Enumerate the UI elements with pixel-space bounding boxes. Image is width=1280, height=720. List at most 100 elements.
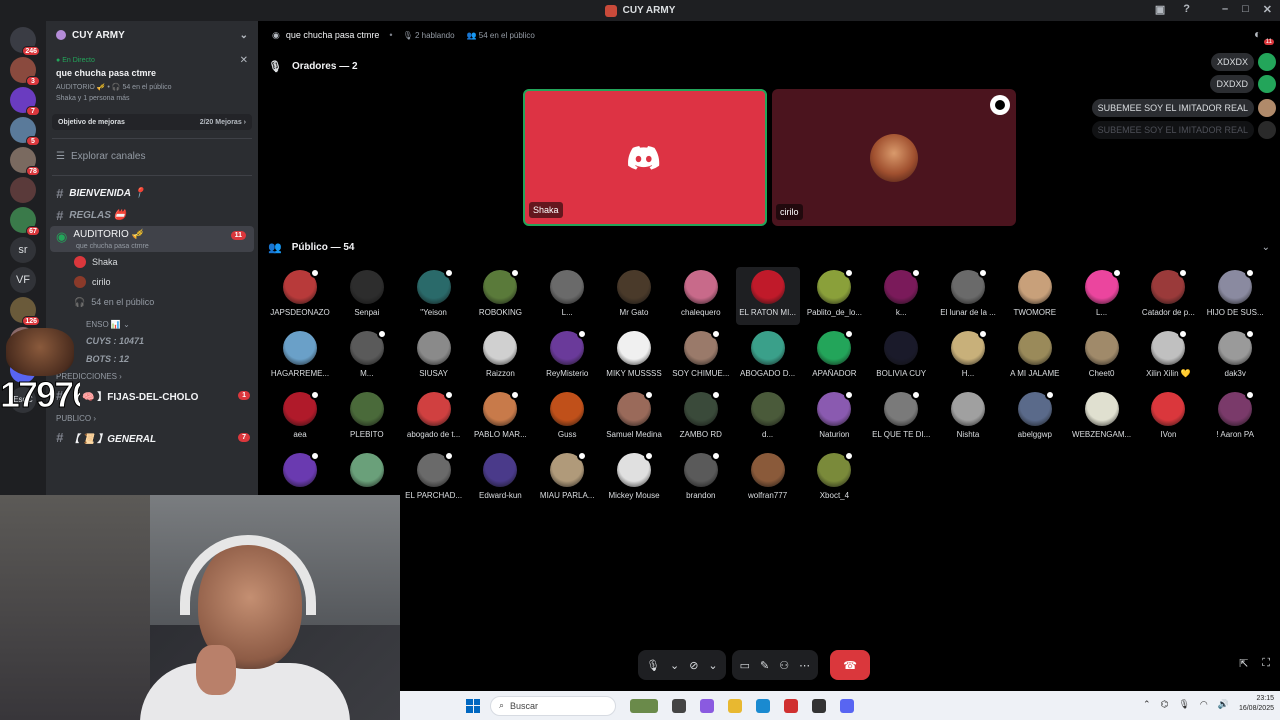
camera-off-button[interactable]: ⊘ — [689, 659, 698, 672]
audience-member[interactable]: MIAU PARLA... — [535, 450, 599, 508]
audience-member[interactable]: Pablito_de_lo... — [802, 267, 866, 325]
audience-member[interactable]: H... — [936, 328, 1000, 386]
audience-member[interactable]: Samuel Medina — [602, 389, 666, 447]
audience-member[interactable]: Xboct_4 — [802, 450, 866, 508]
close-icon[interactable]: ✕ — [240, 55, 248, 66]
help-icon[interactable]: ? — [1183, 3, 1190, 16]
network-icon[interactable]: ⌬ — [1161, 699, 1169, 710]
audience-member[interactable]: ABOGADO D... — [736, 328, 800, 386]
audience-member[interactable]: PABLO MAR... — [468, 389, 532, 447]
audience-member[interactable]: TWOMORE — [1003, 267, 1067, 325]
voice-member[interactable]: cirilo — [46, 272, 258, 292]
audience-member[interactable]: "Yeison — [402, 267, 466, 325]
audience-member[interactable]: SOY CHIMUE... — [669, 328, 733, 386]
audience-member[interactable]: Senpai — [335, 267, 399, 325]
boost-goal[interactable]: Objetivo de mejoras 2/20 Mejoras › — [52, 114, 252, 130]
speaker-tile[interactable]: cirilo — [772, 89, 1016, 226]
server-icon-server-7[interactable]: sr — [10, 237, 36, 263]
audience-member[interactable]: IVon — [1136, 389, 1200, 447]
copilot-icon[interactable] — [700, 698, 714, 713]
voice-audience[interactable]: 🎧 54 en el público — [46, 292, 258, 312]
audience-member[interactable]: Xilin Xilin 💛 — [1136, 328, 1200, 386]
audience-member[interactable]: EL PARCHAD... — [402, 450, 466, 508]
audience-member[interactable]: HIJO DE SUS... — [1203, 267, 1267, 325]
widgets-icon[interactable] — [630, 698, 658, 713]
channel-reglas[interactable]: # REGLAS 📛 — [46, 204, 258, 226]
audience-member[interactable]: abogado de t... — [402, 389, 466, 447]
audience-member[interactable]: Edward-kun — [468, 450, 532, 508]
edge-icon[interactable] — [756, 698, 770, 713]
audience-member[interactable]: Mr Gato — [602, 267, 666, 325]
minimize-button[interactable]: – — [1222, 3, 1228, 16]
notifications-icon[interactable]: ◐ 11 — [1254, 27, 1274, 45]
server-icon-server-6[interactable]: 67 — [10, 207, 40, 236]
audience-member[interactable]: chalequero — [669, 267, 733, 325]
leave-call-button[interactable]: ☎ — [830, 650, 871, 680]
microphone-button[interactable]: 🎙 — [646, 659, 660, 672]
audience-member[interactable]: L... — [535, 267, 599, 325]
taskbar-search[interactable]: ⌕ Buscar — [490, 695, 616, 716]
more-button[interactable]: ⋯ — [799, 659, 810, 672]
audience-member[interactable]: PLEBITO — [335, 389, 399, 447]
audience-member[interactable]: APAÑADOR — [802, 328, 866, 386]
audience-member[interactable]: Mickey Mouse — [602, 450, 666, 508]
volume-icon[interactable]: 🔊 — [1218, 699, 1229, 710]
audience-member[interactable]: dak3v — [1203, 328, 1267, 386]
server-icon-server-8[interactable]: VF — [10, 267, 36, 293]
discord-taskbar-icon[interactable] — [840, 698, 854, 713]
clock[interactable]: 23:15 16/08/2025 — [1239, 694, 1274, 714]
activity-button[interactable]: ✎ — [760, 659, 769, 672]
audience-member[interactable]: ! Aaron PA — [1203, 389, 1267, 447]
app-icon[interactable] — [784, 698, 798, 713]
audience-member[interactable]: ReyMisterio — [535, 328, 599, 386]
windows-start-icon[interactable] — [466, 698, 480, 713]
audience-member[interactable]: HAGARREME... — [268, 328, 332, 386]
audience-member[interactable]: MIKY MUSSSS — [602, 328, 666, 386]
wifi-icon[interactable]: ◠ — [1200, 699, 1208, 710]
screen-share-button[interactable]: ▭ — [740, 659, 750, 672]
channel-auditorio[interactable]: ◉ AUDITORIO 🎺 que chucha pasa ctmre 11 — [50, 226, 254, 252]
server-icon-server-9[interactable]: 126 — [10, 297, 40, 326]
audience-member[interactable]: BOLIVIA CUY — [869, 328, 933, 386]
speaker-tile[interactable]: Shaka — [523, 89, 767, 226]
maximize-button[interactable]: □ — [1242, 3, 1249, 16]
microphone-icon[interactable]: 🎙 — [1178, 699, 1189, 710]
channel-general[interactable]: # 【 📜 】GENERAL 7 — [46, 426, 258, 448]
audience-member[interactable]: ROBOKING — [468, 267, 532, 325]
inbox-icon[interactable]: ▣ — [1155, 3, 1165, 16]
audience-member[interactable]: aea — [268, 389, 332, 447]
popout-button[interactable]: ⇱ — [1239, 657, 1248, 670]
invite-button[interactable]: ⚇ — [779, 659, 789, 672]
audience-member[interactable]: EL QUE TE DI... — [869, 389, 933, 447]
audience-member[interactable]: wolfran777 — [736, 450, 800, 508]
audience-member[interactable]: Catador de p... — [1136, 267, 1200, 325]
audience-member[interactable]: Naturion — [802, 389, 866, 447]
app-icon[interactable] — [812, 698, 826, 713]
explore-channels[interactable]: ☰ Explorar canales — [46, 145, 258, 167]
server-icon-server-3[interactable]: 5 — [10, 117, 40, 146]
voice-member[interactable]: Shaka — [46, 252, 258, 272]
chevron-up-icon[interactable]: ⌃ — [1143, 699, 1151, 710]
audience-member[interactable]: abelggwp — [1003, 389, 1067, 447]
audience-member[interactable]: Guss — [535, 389, 599, 447]
audience-member[interactable]: A MI JALAME — [1003, 328, 1067, 386]
close-window-button[interactable]: ✕ — [1263, 3, 1272, 16]
task-view-icon[interactable] — [672, 698, 686, 713]
chevron-down-icon[interactable]: ⌄ — [670, 659, 679, 672]
audience-member[interactable]: JAPSDEONAZO — [268, 267, 332, 325]
chevron-down-icon[interactable]: ⌄ — [240, 30, 248, 41]
server-icon-server-2[interactable]: 7 — [10, 87, 40, 116]
audience-member[interactable]: d... — [736, 389, 800, 447]
audience-member[interactable]: L... — [1070, 267, 1134, 325]
audience-member[interactable]: SIUSAY — [402, 328, 466, 386]
chevron-down-icon[interactable]: ⌄ — [1262, 242, 1270, 253]
channel-bienvenida[interactable]: # BIENVENIDA 📍 — [46, 182, 258, 204]
audience-member[interactable]: Raizzon — [468, 328, 532, 386]
audience-member[interactable]: WEBZENGAM... — [1070, 389, 1134, 447]
file-explorer-icon[interactable] — [728, 698, 742, 713]
audience-member[interactable]: ZAMBO RD — [669, 389, 733, 447]
server-icon-discord-home[interactable]: 246 — [10, 27, 40, 56]
server-icon-server-4[interactable]: 78 — [10, 147, 40, 176]
chevron-down-icon[interactable]: ⌄ — [708, 659, 717, 672]
audience-member[interactable]: El lunar de la ... — [936, 267, 1000, 325]
